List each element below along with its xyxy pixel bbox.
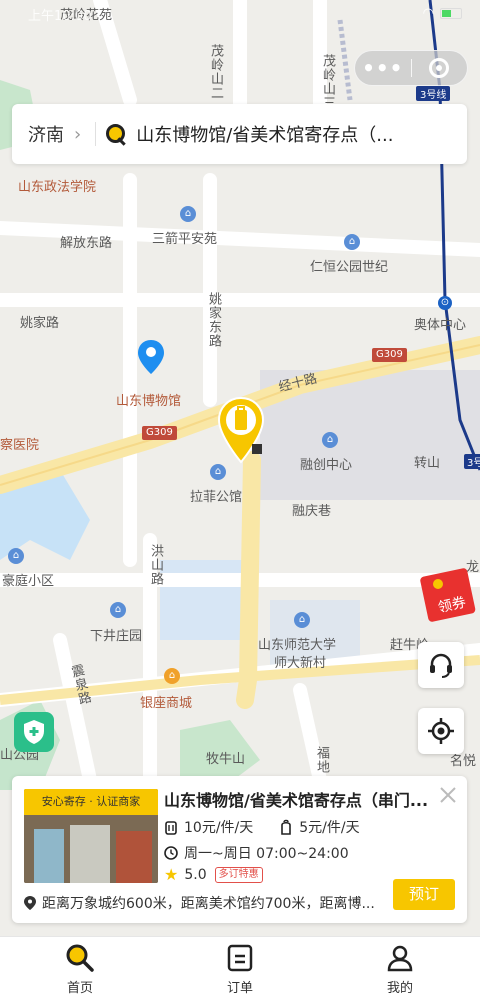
- map-label: 三箭平安苑: [152, 232, 218, 247]
- tab-label: 首页: [66, 981, 93, 996]
- store-photo: [24, 815, 158, 883]
- store-title: 山东博物馆/省美术馆寄存点（串门...: [164, 791, 429, 810]
- location-icon: [24, 896, 36, 910]
- order-icon: [227, 944, 253, 972]
- user-icon: [387, 945, 413, 972]
- tab-label: 订单: [226, 981, 253, 996]
- business-hours: 周一~周日 07:00~24:00: [184, 846, 349, 862]
- map-label: 拉菲公馆: [190, 490, 243, 505]
- metro-badge: 3号线: [416, 86, 451, 101]
- map-label: 山东师范大学: [258, 638, 337, 653]
- map-label: 仁恒公园世纪: [310, 260, 389, 275]
- suitcase-icon: [165, 821, 177, 835]
- rating-row: ★ 5.0 多订特惠: [164, 865, 263, 884]
- price-large: 10元/件/天: [184, 820, 254, 836]
- locate-button[interactable]: [418, 708, 464, 754]
- map-label: 奥体中心: [414, 318, 467, 333]
- map-label: 银座商城: [140, 696, 193, 711]
- more-options-button[interactable]: •••: [355, 56, 411, 80]
- search-query[interactable]: 山东博物馆/省美术馆寄存点（...: [136, 121, 426, 147]
- clock-icon: [164, 846, 178, 860]
- distance-row: 距离万象城约600米，距离美术馆约700米，距离博...: [24, 893, 384, 913]
- house-icon: ⌂: [8, 548, 24, 564]
- target-icon: [429, 58, 450, 78]
- close-icon[interactable]: [439, 786, 457, 804]
- map-label: 察医院: [0, 438, 40, 453]
- metro-badge: 3号: [464, 454, 480, 469]
- search-bar[interactable]: 济南 › 山东博物馆/省美术馆寄存点（...: [12, 104, 467, 164]
- map-label: 洪山路: [148, 544, 163, 586]
- map-label: 福地: [314, 746, 329, 774]
- wifi-icon: ◠: [422, 6, 434, 21]
- highway-badge: G309: [372, 348, 407, 362]
- map-label: 融创中心: [300, 458, 353, 473]
- hours-row: 周一~周日 07:00~24:00: [164, 843, 349, 863]
- status-icons: ◠: [423, 6, 462, 21]
- map-label: 师大新村: [274, 656, 327, 671]
- tab-home[interactable]: 首页: [0, 937, 160, 999]
- school-icon: ⌂: [294, 612, 310, 628]
- miniprogram-capsule: •••: [354, 50, 468, 86]
- map-label: 豪庭小区: [2, 574, 55, 589]
- backpack-icon: [281, 819, 292, 835]
- map-label: 下井庄园: [90, 629, 143, 644]
- city-label: 济南: [28, 125, 64, 146]
- house-icon: ⌂: [344, 234, 360, 250]
- shop-icon: ⌂: [164, 668, 180, 684]
- map-label: 茂岭山三: [320, 54, 335, 110]
- map-label: 山东政法学院: [18, 180, 97, 195]
- metro-icon: ⊙: [438, 296, 452, 310]
- status-bar: 上午10:00 ◠: [0, 0, 480, 26]
- house-icon: ⌂: [180, 206, 196, 222]
- discount-badge: 多订特惠: [214, 866, 263, 883]
- map-label: 姚家东路: [206, 292, 221, 348]
- status-time: 上午10:00: [28, 9, 92, 24]
- map-label: 融庆巷: [292, 504, 332, 519]
- search-divider: [95, 122, 97, 146]
- coupon-button[interactable]: 领券: [418, 566, 480, 626]
- book-button[interactable]: 预订: [393, 879, 455, 910]
- insurance-shield-button[interactable]: [14, 712, 54, 752]
- headset-icon: [430, 653, 452, 678]
- search-home-icon: [66, 944, 94, 972]
- rating-value: 5.0: [184, 866, 207, 883]
- city-selector[interactable]: 济南 ›: [12, 121, 81, 147]
- map-label: 茂岭山二: [208, 44, 223, 100]
- highway-badge: G309: [142, 426, 177, 440]
- luggage-pin-icon[interactable]: [216, 396, 266, 466]
- tab-orders[interactable]: 订单: [160, 937, 320, 999]
- house-icon: ⌂: [110, 602, 126, 618]
- search-icon: [106, 124, 126, 144]
- house-icon: ⌂: [210, 464, 226, 480]
- distance-text: 距离万象城约600米，距离美术馆约700米，距离博...: [42, 896, 375, 912]
- map-label: 解放东路: [60, 236, 113, 251]
- crosshair-icon: [428, 718, 454, 744]
- map-label: 姚家路: [20, 316, 60, 331]
- chevron-right-icon: ›: [74, 123, 82, 145]
- close-miniprogram-button[interactable]: [411, 58, 467, 78]
- tab-profile[interactable]: 我的: [320, 937, 480, 999]
- location-pin-icon[interactable]: [138, 340, 164, 374]
- customer-service-button[interactable]: [418, 642, 464, 688]
- house-icon: ⌂: [322, 432, 338, 448]
- store-thumbnail: 安心寄存 · 认证商家: [24, 789, 158, 883]
- battery-icon: [440, 8, 462, 19]
- tab-label: 我的: [386, 981, 413, 996]
- map-label: 牧牛山: [206, 752, 246, 767]
- price-row: 10元/件/天 5元/件/天: [164, 817, 360, 837]
- store-card[interactable]: 安心寄存 · 认证商家 山东博物馆/省美术馆寄存点（串门... 10元/件/天 …: [12, 776, 467, 923]
- map-label: 山东博物馆: [116, 394, 182, 409]
- star-icon: ★: [164, 865, 179, 884]
- map-label: 转山: [414, 456, 441, 471]
- shield-icon: [24, 720, 44, 744]
- bottom-tab-bar: 首页 订单 我的: [0, 936, 480, 999]
- price-small: 5元/件/天: [299, 820, 360, 836]
